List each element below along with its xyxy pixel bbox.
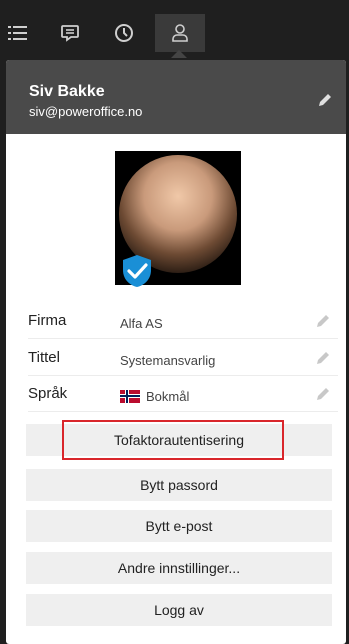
field-row-sprak: Språk Bokmål	[28, 377, 338, 412]
field-row-firma: Firma Alfa AS	[28, 304, 338, 339]
top-toolbar	[0, 0, 349, 58]
user-email: siv@poweroffice.no	[29, 104, 143, 119]
chat-icon	[61, 25, 79, 42]
edit-pencil-icon[interactable]	[314, 385, 332, 403]
user-button[interactable]	[155, 14, 205, 52]
list-button[interactable]	[0, 14, 36, 52]
profile-header: Siv Bakke siv@poweroffice.no	[6, 60, 346, 134]
change-email-button[interactable]: Bytt e-post	[26, 510, 332, 542]
field-value: Bokmål	[120, 389, 189, 404]
edit-profile-icon[interactable]	[317, 92, 333, 108]
highlight-box	[62, 420, 284, 460]
change-password-button[interactable]: Bytt passord	[26, 469, 332, 501]
user-name: Siv Bakke	[29, 83, 105, 100]
field-value: Systemansvarlig	[120, 353, 216, 368]
verified-badge-icon	[123, 255, 151, 287]
chat-button[interactable]	[52, 14, 88, 52]
norway-flag-icon	[120, 390, 140, 403]
user-icon	[172, 24, 188, 42]
field-row-tittel: Tittel Systemansvarlig	[28, 341, 338, 376]
list-icon	[8, 26, 27, 40]
field-value: Alfa AS	[120, 316, 163, 331]
profile-panel: Siv Bakke siv@poweroffice.no Firma Alfa …	[6, 60, 346, 644]
field-label: Språk	[28, 385, 68, 402]
edit-pencil-icon[interactable]	[314, 312, 332, 330]
field-label: Firma	[28, 312, 67, 329]
clock-button[interactable]	[106, 14, 142, 52]
other-settings-button[interactable]: Andre innstillinger...	[26, 552, 332, 584]
dropdown-caret	[171, 50, 187, 58]
field-label: Tittel	[28, 349, 60, 366]
logout-button[interactable]: Logg av	[26, 594, 332, 626]
edit-pencil-icon[interactable]	[314, 349, 332, 367]
clock-icon	[115, 24, 133, 42]
